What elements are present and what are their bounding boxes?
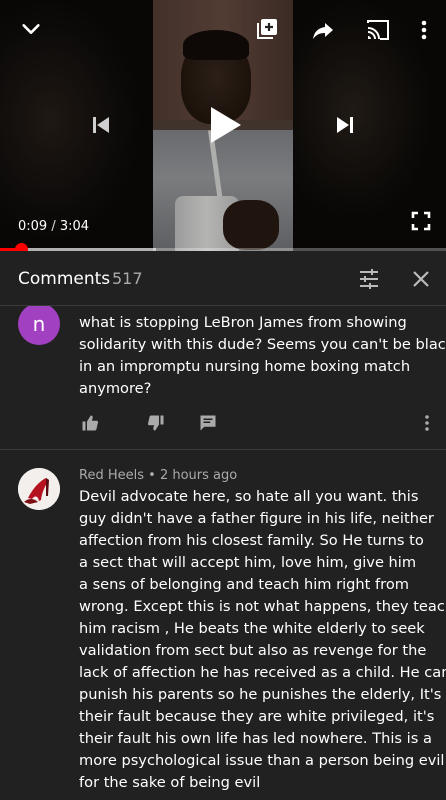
comment-text: what is stopping LeBron James from showi… <box>79 312 446 400</box>
comment-time: 2 hours ago <box>159 468 238 483</box>
skip-previous-icon[interactable] <box>86 110 116 140</box>
current-time: 0:09 <box>18 219 48 234</box>
meta-separator: • <box>144 468 160 483</box>
comment-more-icon[interactable] <box>416 412 438 434</box>
time-display: 0:09 / 3:04 <box>18 219 89 234</box>
red-heels-avatar-image <box>18 468 60 510</box>
comment-text-line: more psychological issue than a person b… <box>79 752 445 769</box>
share-icon[interactable] <box>309 16 337 44</box>
comment-text-line: what is stopping LeBron James from showi… <box>79 314 407 331</box>
like-icon[interactable] <box>79 412 101 434</box>
comment-text-line: affection from his closest family. So He… <box>79 532 424 549</box>
comment-text-line: punish his parents so he punishes the el… <box>79 686 442 703</box>
fullscreen-icon[interactable] <box>408 208 434 234</box>
comment-text-line: Devil advocate here, so hate all you wan… <box>79 488 419 505</box>
comment-text-line: guy didn't have a father figure in his l… <box>79 510 434 527</box>
comment-item: Red Heels • 2 hours ago Devil advocate h… <box>0 450 446 800</box>
add-to-playlist-icon[interactable] <box>254 16 280 42</box>
comment-text: Devil advocate here, so hate all you wan… <box>79 486 446 794</box>
chevron-down-icon[interactable] <box>18 16 44 42</box>
more-vert-icon[interactable] <box>414 16 434 44</box>
dislike-icon[interactable] <box>145 412 167 434</box>
comments-count: 517 <box>112 269 143 288</box>
skip-next-icon[interactable] <box>330 110 360 140</box>
comment-author[interactable]: Red Heels <box>79 468 144 483</box>
comment-text-line: validation from sect but also as revenge… <box>79 642 427 659</box>
comment-text-line: their fault his own life has led nowhere… <box>79 730 432 747</box>
avatar-letter: n <box>32 312 46 336</box>
comment-meta: Red Heels • 2 hours ago <box>79 468 237 483</box>
sort-icon[interactable] <box>356 266 382 292</box>
comments-list[interactable]: n what is stopping LeBron James from sho… <box>0 306 446 800</box>
comment-text-line: him racism , He beats the white elderly … <box>79 620 425 637</box>
comment-text-line: anymore? <box>79 380 152 397</box>
video-player[interactable]: 0:09 / 3:04 <box>0 0 446 251</box>
comment-text-line: in an impromptu nursing home boxing matc… <box>79 358 411 375</box>
total-time: 3:04 <box>59 219 90 234</box>
cast-icon[interactable] <box>364 16 392 44</box>
time-separator: / <box>47 219 60 234</box>
reply-icon[interactable] <box>197 412 219 434</box>
comment-text-line: lack of affection he has received as a c… <box>79 664 446 681</box>
close-icon[interactable] <box>408 266 434 292</box>
comment-item: n what is stopping LeBron James from sho… <box>0 306 446 449</box>
avatar[interactable]: n <box>18 306 60 345</box>
play-icon[interactable] <box>200 100 250 150</box>
comment-text-line: for the sake of being evil <box>79 774 261 791</box>
comment-text-line: solidarity with this dude? Seems you can… <box>79 336 446 353</box>
comment-actions <box>79 412 439 438</box>
comment-text-line: a sens of belonging and teach him right … <box>79 576 410 593</box>
avatar[interactable] <box>18 468 60 510</box>
comments-title: Comments <box>18 269 111 289</box>
comment-text-line: their fault because they are white privi… <box>79 708 435 725</box>
comment-text-line: wrong. Except this is not what happens, … <box>79 598 446 615</box>
comment-text-line: a sect that will accept him, love him, g… <box>79 554 417 571</box>
